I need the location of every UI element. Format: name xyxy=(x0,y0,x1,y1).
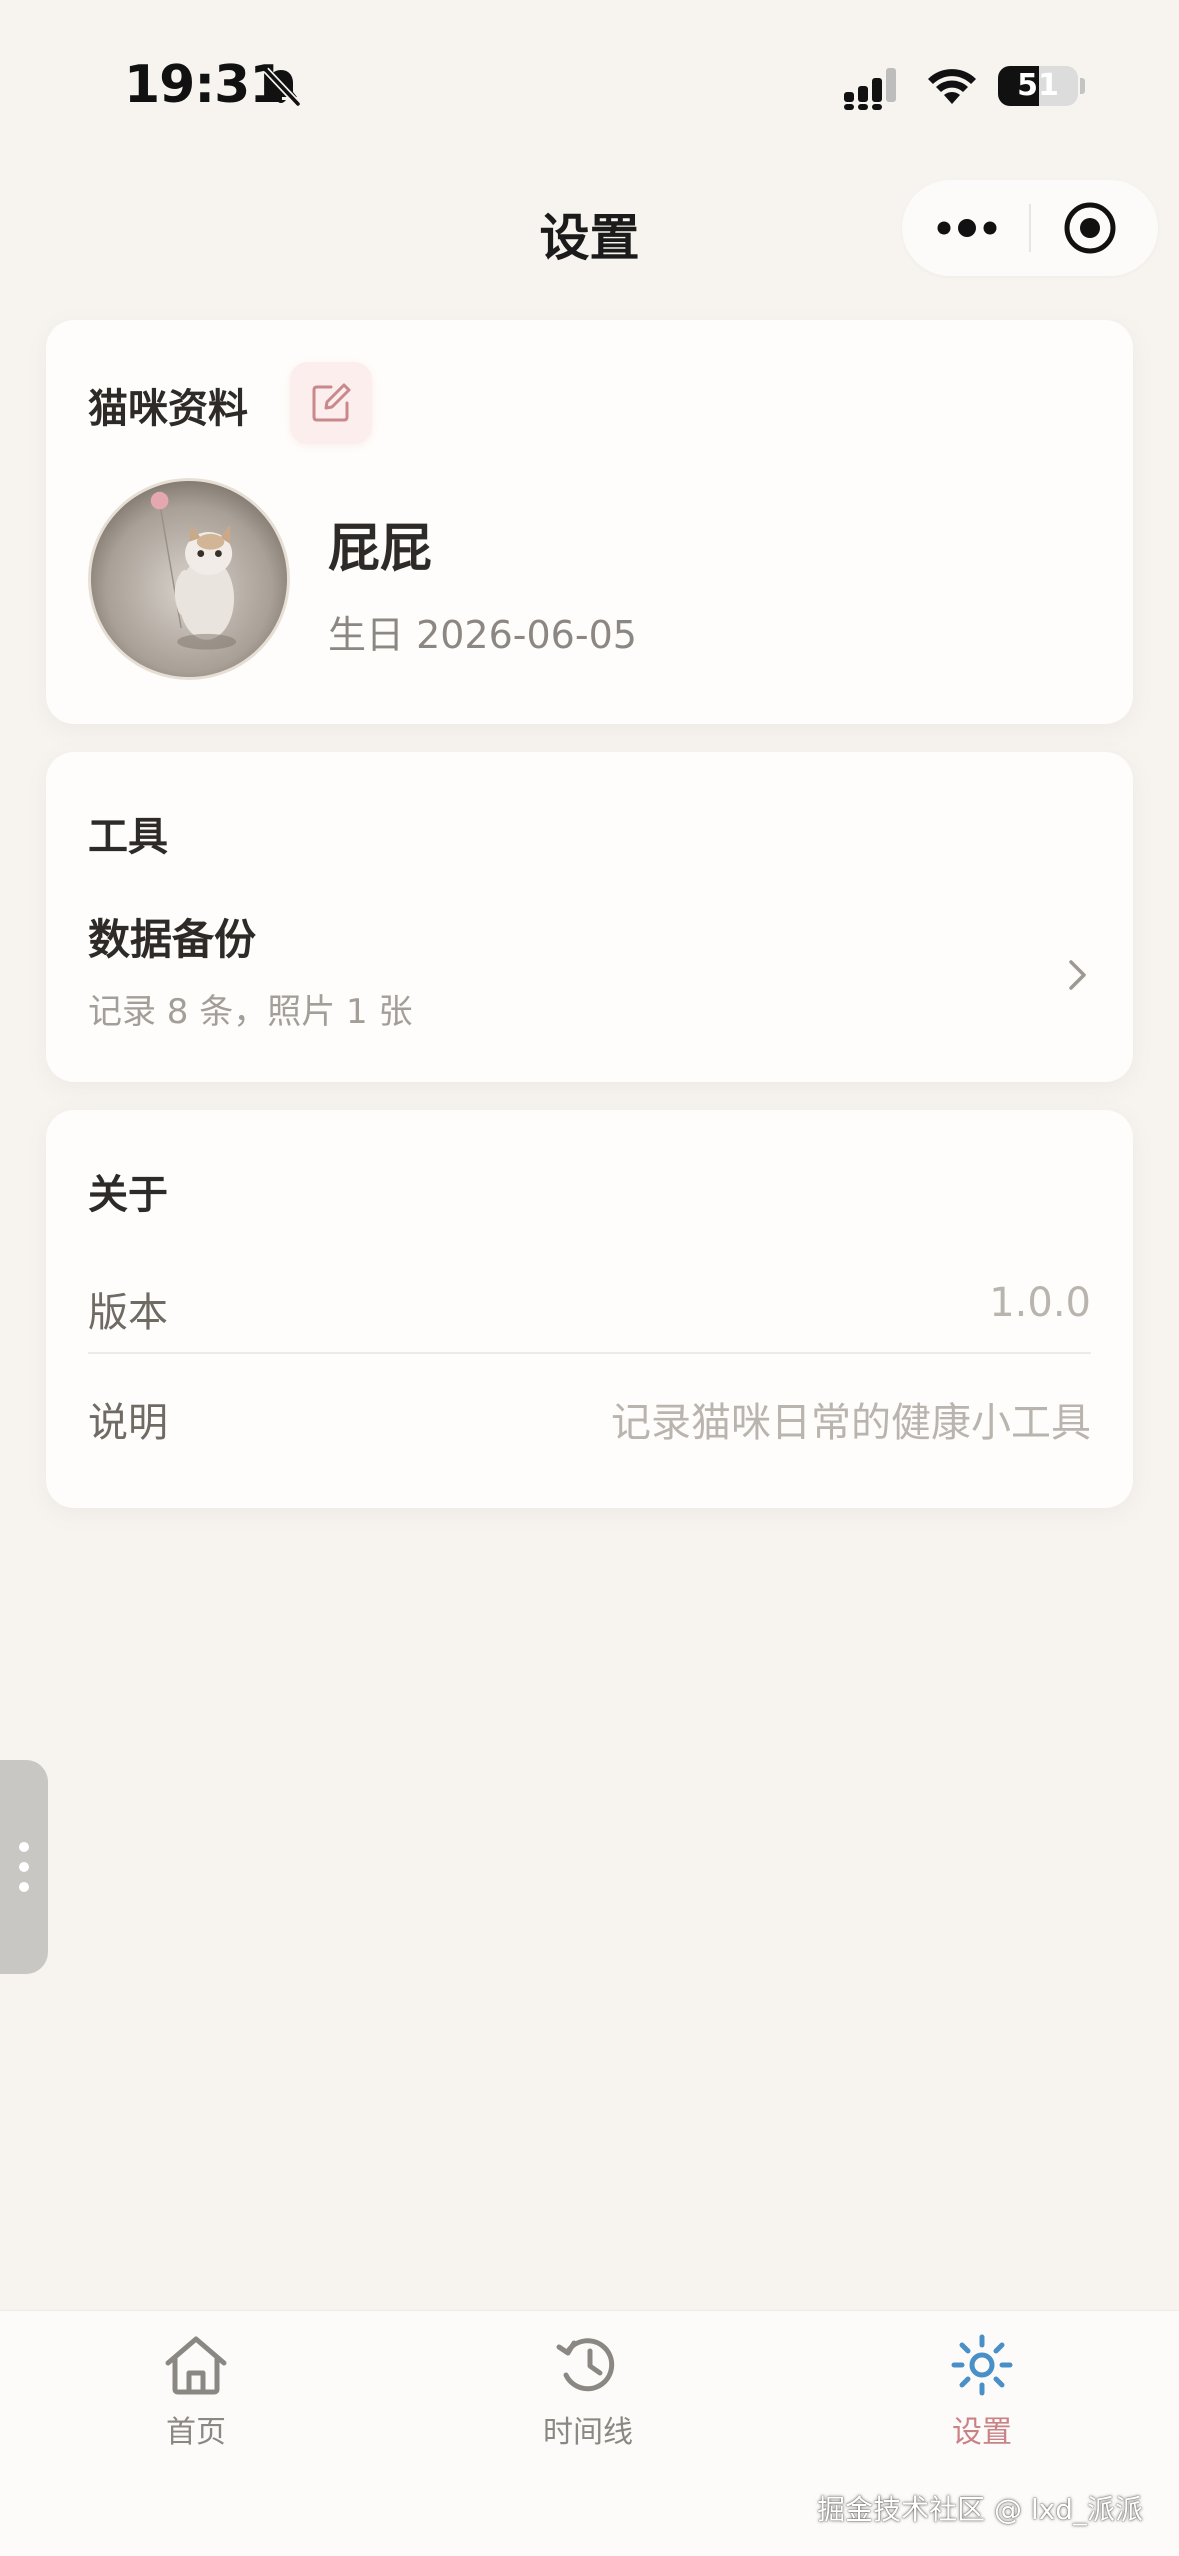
section-title-profile: 猫咪资料 xyxy=(88,386,248,432)
about-card: 关于 版本 1.0.0 说明 记录猫咪日常的健康小工具 xyxy=(46,1110,1133,1508)
tab-label: 设置 xyxy=(952,2415,1012,2450)
floating-side-handle[interactable] xyxy=(0,1760,48,1974)
cell-signal-icon xyxy=(844,68,896,110)
watermark: 掘金技术社区 @ lxd_派派 xyxy=(817,2493,1143,2526)
backup-title: 数据备份 xyxy=(88,915,257,964)
chevron-right-icon xyxy=(1069,960,1086,990)
tab-timeline[interactable]: 时间线 xyxy=(488,2311,688,2471)
battery-level: 51 xyxy=(1017,68,1059,103)
settings-sun-icon xyxy=(951,2334,1013,2396)
tab-label: 首页 xyxy=(166,2415,226,2450)
backup-summary: 记录 8 条，照片 1 张 xyxy=(88,992,413,1032)
handle-dot xyxy=(19,1842,29,1852)
tab-label: 时间线 xyxy=(543,2415,633,2450)
about-row-description: 说明 记录猫咪日常的健康小工具 xyxy=(88,1354,1091,1464)
handle-dot xyxy=(19,1882,29,1892)
status-bar: 19:31 51 xyxy=(0,0,1179,150)
tools-card: 工具 数据备份 记录 8 条，照片 1 张 xyxy=(46,752,1133,1082)
cat-birthday: 生日 2026-06-05 xyxy=(328,613,637,657)
tab-home[interactable]: 首页 xyxy=(96,2311,296,2471)
battery-tip xyxy=(1080,78,1085,94)
cat-name: 屁屁 xyxy=(328,519,433,579)
edit-profile-button[interactable] xyxy=(290,362,372,444)
more-dots-icon[interactable] xyxy=(932,202,1002,254)
capsule-divider xyxy=(1029,204,1031,252)
mini-program-capsule xyxy=(902,180,1158,276)
about-label: 说明 xyxy=(88,1400,168,1446)
about-label: 版本 xyxy=(88,1290,168,1336)
home-icon xyxy=(165,2336,227,2395)
edit-icon xyxy=(312,383,351,422)
bell-muted-icon xyxy=(263,67,301,107)
wifi-icon xyxy=(928,69,976,104)
tab-settings[interactable]: 设置 xyxy=(882,2311,1082,2471)
section-title-about: 关于 xyxy=(88,1172,168,1218)
cat-avatar[interactable] xyxy=(88,478,290,680)
cat-photo xyxy=(91,481,287,677)
cat-profile-card: 猫咪资料 屁屁 生日 2026-06-05 xyxy=(46,320,1133,724)
handle-dot xyxy=(19,1862,29,1872)
about-row-version: 版本 1.0.0 xyxy=(88,1244,1091,1354)
data-backup-row[interactable]: 数据备份 记录 8 条，照片 1 张 xyxy=(46,892,1133,1042)
battery-icon: 51 xyxy=(998,66,1078,106)
history-icon xyxy=(556,2338,615,2392)
section-title-tools: 工具 xyxy=(88,814,168,860)
about-value: 1.0.0 xyxy=(989,1280,1091,1326)
about-value: 记录猫咪日常的健康小工具 xyxy=(611,1400,1091,1446)
target-close-icon[interactable] xyxy=(1062,200,1118,256)
